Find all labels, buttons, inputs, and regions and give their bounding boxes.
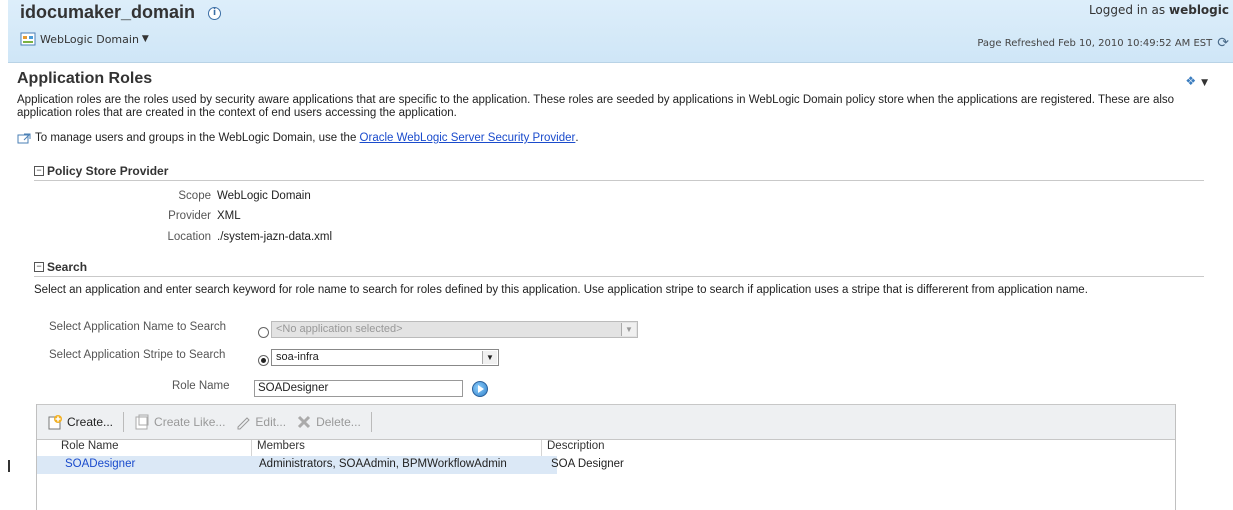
create-label: Create... — [67, 415, 114, 429]
app-stripe-select[interactable]: soa-infra ▼ — [271, 349, 499, 366]
provider-label: Provider — [168, 210, 211, 222]
collapse-icon[interactable]: − — [34, 166, 44, 176]
delete-label: Delete... — [316, 415, 361, 429]
column-header-members[interactable]: Members — [257, 440, 305, 456]
toolbar-divider — [123, 412, 125, 432]
splitter-handle[interactable] — [8, 460, 10, 472]
role-name-label: Role Name — [172, 380, 230, 392]
location-row: Location ./system-jazn-data.xml — [0, 231, 333, 246]
provider-value: XML — [217, 210, 241, 222]
page-title: Application Roles — [17, 70, 153, 87]
logged-in-prefix: Logged in as — [1088, 3, 1166, 17]
description-cell: SOA Designer — [551, 458, 624, 470]
search-title: Search — [47, 260, 88, 274]
edit-button[interactable]: Edit... — [235, 414, 286, 430]
scope-label: Scope — [178, 190, 211, 202]
weblogic-domain-menu-label: WebLogic Domain — [40, 32, 139, 46]
domain-name: idocumaker_domain — [20, 2, 196, 22]
column-header-description[interactable]: Description — [547, 440, 605, 456]
manage-suffix: . — [575, 132, 579, 144]
app-name-value: <No application selected> — [276, 323, 403, 335]
edit-label: Edit... — [255, 415, 287, 429]
view-menu[interactable]: ❖ ▼ — [1185, 74, 1208, 88]
chevron-down-icon: ▼ — [141, 34, 149, 44]
search-section-header[interactable]: − Search — [34, 258, 1204, 277]
info-icon[interactable]: i — [208, 7, 221, 20]
policy-store-section-header[interactable]: − Policy Store Provider — [34, 162, 1204, 181]
app-name-label: Select Application Name to Search — [49, 321, 227, 333]
manage-users-note: To manage users and groups in the WebLog… — [17, 132, 579, 144]
table-toolbar: Create... Create Like... Edit... Delete.… — [37, 404, 1175, 440]
logged-in-user: weblogic — [1169, 3, 1229, 17]
refresh-icon[interactable]: ⟳ — [1217, 35, 1229, 51]
pencil-icon — [237, 417, 251, 430]
role-name-input[interactable]: SOADesigner — [254, 380, 463, 397]
policy-store-title: Policy Store Provider — [47, 164, 169, 178]
app-name-radio[interactable] — [258, 327, 269, 338]
collapse-icon[interactable]: − — [34, 262, 44, 272]
app-stripe-value: soa-infra — [276, 351, 319, 363]
app-stripe-label: Select Application Stripe to Search — [49, 349, 226, 361]
page-header: idocumaker_domain i WebLogic Domain ▼ Lo… — [8, 0, 1233, 63]
delete-button[interactable]: Delete... — [296, 414, 361, 430]
create-button[interactable]: Create... — [47, 414, 113, 430]
location-value: ./system-jazn-data.xml — [217, 231, 333, 243]
weblogic-domain-icon — [20, 32, 36, 46]
create-like-label: Create Like... — [154, 415, 226, 429]
role-name-cell[interactable]: SOADesigner — [65, 458, 135, 470]
create-like-icon — [135, 414, 149, 430]
roles-table: Create... Create Like... Edit... Delete.… — [36, 404, 1176, 510]
create-icon — [48, 415, 62, 430]
chevron-down-icon: ▼ — [1201, 78, 1208, 88]
app-name-select: <No application selected> ▼ — [271, 321, 638, 338]
go-search-icon[interactable] — [472, 381, 488, 397]
weblogic-domain-menu[interactable]: WebLogic Domain ▼ — [20, 32, 149, 46]
logged-in-info: Logged in as weblogic — [1089, 3, 1229, 17]
create-like-button[interactable]: Create Like... — [134, 414, 225, 430]
delete-icon — [298, 415, 311, 429]
chevron-down-icon: ▼ — [621, 323, 636, 336]
security-provider-link[interactable]: Oracle WebLogic Server Security Provider — [360, 132, 576, 144]
column-header-role-name[interactable]: Role Name — [61, 440, 119, 456]
chevron-down-icon: ▼ — [482, 351, 497, 364]
search-description: Select an application and enter search k… — [34, 284, 1088, 296]
app-stripe-radio[interactable] — [258, 355, 269, 366]
scope-row: Scope WebLogic Domain — [0, 190, 310, 205]
members-cell: Administrators, SOAAdmin, BPMWorkflowAdm… — [259, 458, 507, 470]
page-refreshed: Page Refreshed Feb 10, 2010 10:49:52 AM … — [977, 35, 1229, 51]
manage-users-text: To manage users and groups in the WebLog… — [35, 132, 357, 144]
provider-row: Provider XML — [0, 210, 240, 225]
page-refreshed-text: Page Refreshed Feb 10, 2010 10:49:52 AM … — [977, 37, 1213, 49]
scope-value: WebLogic Domain — [217, 190, 311, 202]
external-link-icon — [17, 133, 31, 143]
toolbar-divider — [370, 412, 372, 432]
location-label: Location — [167, 231, 211, 243]
page-description: Application roles are the roles used by … — [17, 94, 1175, 119]
